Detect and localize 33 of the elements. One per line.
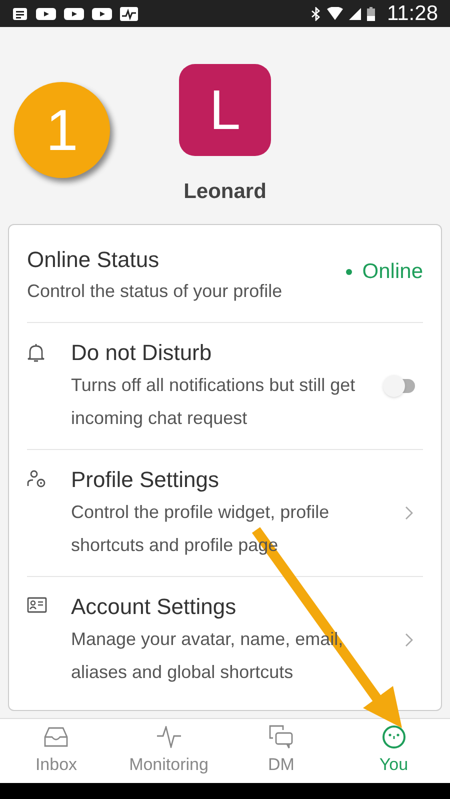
- pulse-icon: [120, 6, 138, 20]
- wifi-icon: [327, 7, 343, 20]
- profile-name: Leonard: [184, 179, 266, 205]
- step-number-badge: 1: [14, 82, 110, 178]
- bell-icon: [27, 342, 45, 362]
- setting-title: Account Settings: [71, 592, 238, 621]
- bluetooth-icon: [311, 6, 321, 20]
- clock-time: 11:28: [387, 0, 438, 27]
- inbox-icon: [44, 727, 68, 748]
- play-icon: [64, 6, 84, 20]
- setting-title: Profile Settings: [71, 466, 220, 494]
- notification-icon: [12, 6, 28, 20]
- battery-icon: [367, 6, 375, 20]
- nav-tab[interactable]: Inbox: [0, 719, 112, 783]
- pulse-icon: [156, 726, 182, 748]
- nav-tab[interactable]: You: [338, 719, 450, 783]
- person-gear-icon: [27, 470, 47, 488]
- chevron-right-icon[interactable]: [405, 506, 413, 520]
- online-status-link[interactable]: Online: [362, 256, 423, 288]
- chevron-right-icon[interactable]: [405, 632, 413, 646]
- nav-tab[interactable]: DM: [225, 719, 338, 783]
- signal-icon: [349, 8, 361, 20]
- section-title: Online Status: [27, 246, 160, 274]
- section-description: Control the status of your profile: [27, 280, 284, 303]
- chat-bubbles-icon: [269, 725, 294, 750]
- id-card-icon: [27, 596, 47, 612]
- setting-description: Turns off all notifications but still get incoming chat request: [71, 374, 356, 430]
- play-icon: [36, 6, 56, 20]
- play-icon: [92, 6, 112, 20]
- setting-title: Do not Disturb: [71, 338, 213, 366]
- nav-tab[interactable]: Monitoring: [112, 719, 225, 783]
- smiley-icon: [382, 725, 406, 750]
- avatar: L: [179, 64, 271, 156]
